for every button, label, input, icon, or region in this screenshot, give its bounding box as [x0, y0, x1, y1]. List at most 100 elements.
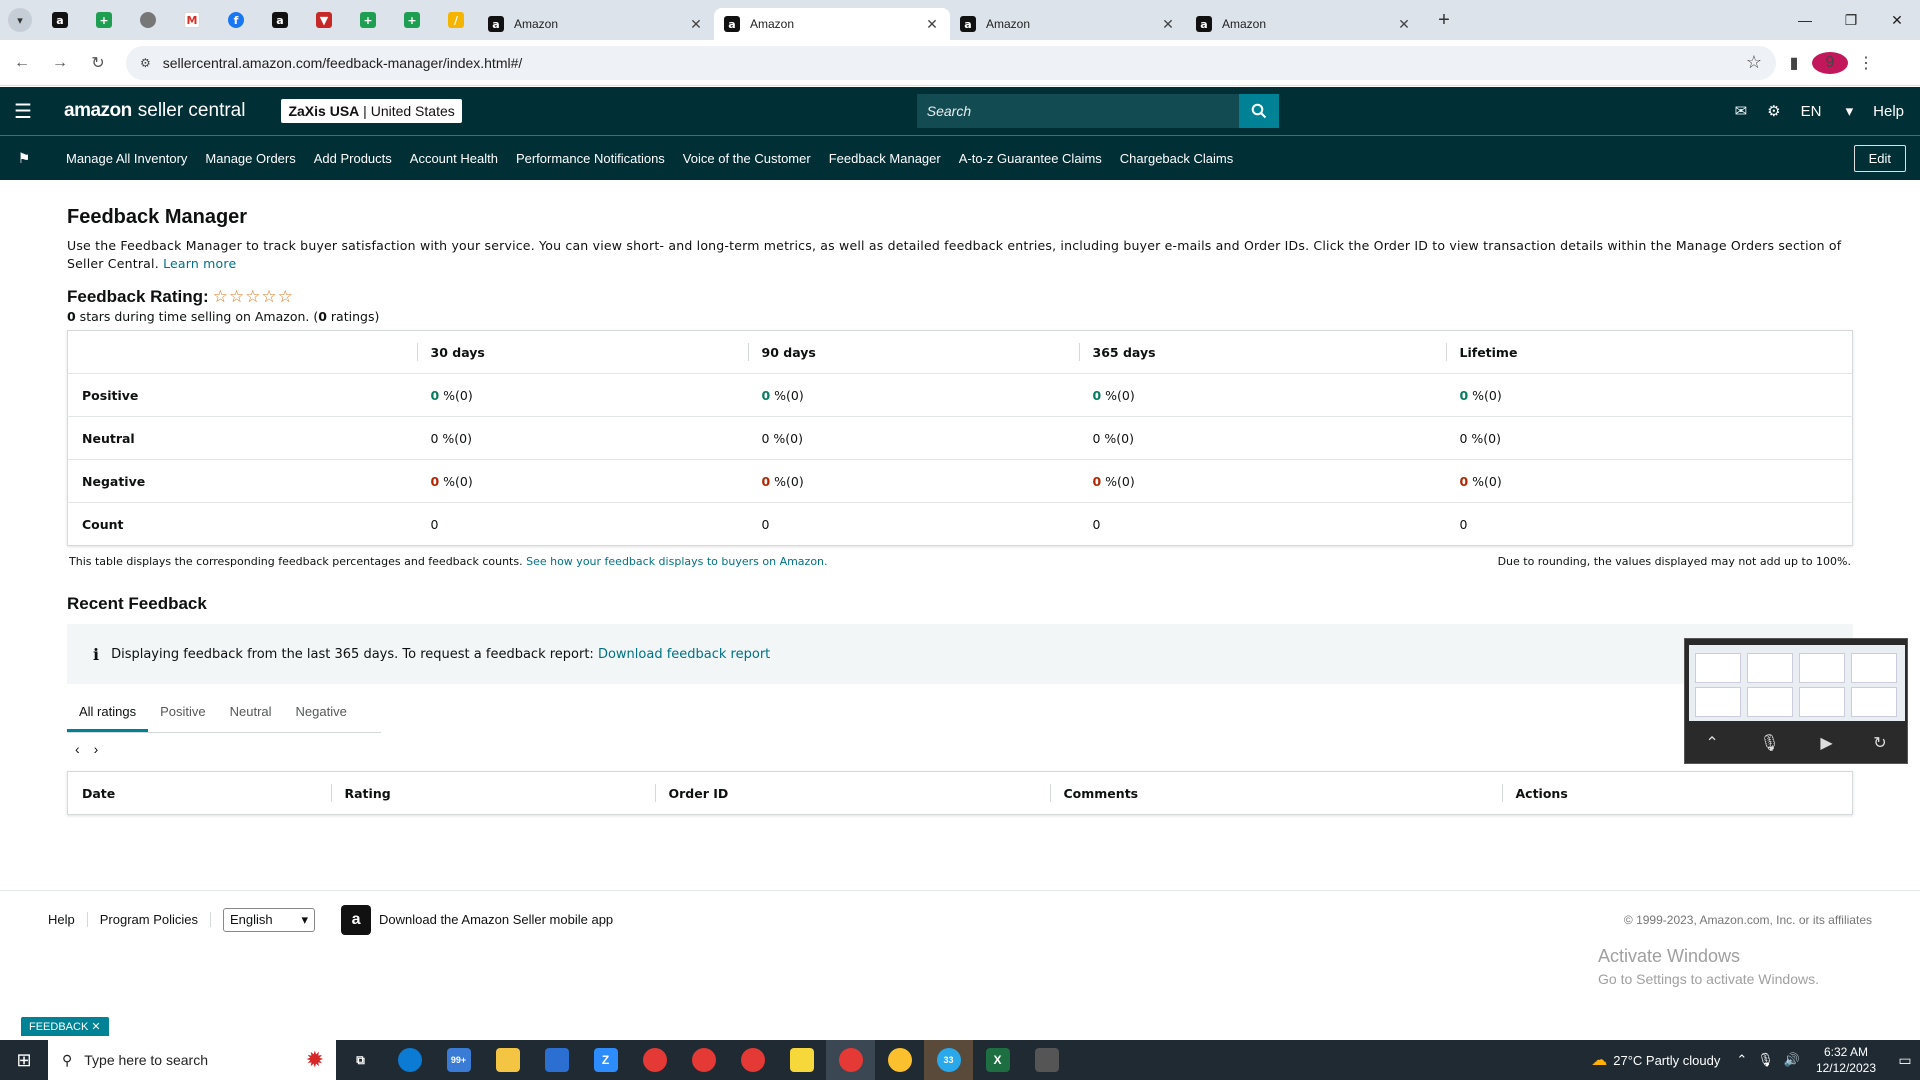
nav-feedback-manager[interactable]: Feedback Manager — [829, 151, 941, 166]
bookmark-star-icon[interactable]: ☆ — [1746, 52, 1762, 73]
tab-negative[interactable]: Negative — [284, 704, 359, 732]
store-icon[interactable] — [532, 1040, 581, 1080]
taskbar-search-box[interactable]: ⚲ Type here to search ✹ — [48, 1040, 336, 1080]
close-icon[interactable]: ✕ — [91, 1021, 100, 1033]
close-tab-icon[interactable]: ✕ — [1160, 16, 1176, 33]
pinned-tab-globe[interactable] — [126, 0, 170, 40]
column-date[interactable]: Date — [68, 772, 331, 815]
zoom-icon[interactable]: Z — [581, 1040, 630, 1080]
nav-a-to-z-claims[interactable]: A-to-z Guarantee Claims — [959, 151, 1102, 166]
pinned-tab-pen[interactable]: / — [434, 0, 478, 40]
weather-widget[interactable]: ☁ 27°C Partly cloudy — [1591, 1050, 1720, 1070]
chevron-up-icon[interactable]: ⌃ — [1736, 1052, 1747, 1068]
tab-all-ratings[interactable]: All ratings — [67, 704, 149, 732]
column-order-id[interactable]: Order ID — [654, 772, 1050, 815]
nav-manage-orders[interactable]: Manage Orders — [205, 151, 295, 166]
gear-icon[interactable]: ⚙ — [1767, 102, 1780, 120]
chrome-icon[interactable] — [630, 1040, 679, 1080]
close-window-icon[interactable]: ✕ — [1874, 0, 1920, 40]
telegram-icon[interactable]: 33 — [924, 1040, 973, 1080]
tab-search-icon[interactable]: ▾ — [8, 8, 32, 32]
nav-performance-notifications[interactable]: Performance Notifications — [516, 151, 665, 166]
chrome-icon[interactable] — [728, 1040, 777, 1080]
forward-arrow-icon[interactable]: → — [44, 47, 76, 79]
seller-central-logo[interactable]: amazon seller central — [64, 100, 245, 122]
clock[interactable]: 6:32 AM 12/12/2023 — [1816, 1044, 1876, 1076]
pinned-tab-gmail[interactable]: M — [170, 0, 214, 40]
chrome-icon[interactable] — [679, 1040, 728, 1080]
pinned-tab-sheets-2[interactable]: + — [346, 0, 390, 40]
more-menu-icon[interactable]: ⋮ — [1848, 53, 1884, 73]
close-tab-icon[interactable]: ✕ — [924, 16, 940, 33]
windows-start-icon[interactable]: ⊞ — [0, 1050, 48, 1071]
tab-neutral[interactable]: Neutral — [218, 704, 284, 732]
pinned-tab-sheets[interactable]: + — [82, 0, 126, 40]
bookmark-icon[interactable]: ⚑ — [0, 150, 48, 167]
excel-icon[interactable]: X — [973, 1040, 1022, 1080]
chevron-up-icon[interactable]: ⌃ — [1705, 733, 1718, 753]
nav-voice-of-the-customer[interactable]: Voice of the Customer — [683, 151, 811, 166]
footer-help-link[interactable]: Help — [36, 912, 88, 927]
chevron-left-icon[interactable]: ‹ — [75, 741, 80, 757]
column-rating[interactable]: Rating — [330, 772, 655, 815]
refresh-icon[interactable]: ↻ — [1873, 733, 1886, 753]
nav-add-products[interactable]: Add Products — [314, 151, 392, 166]
pinned-tab-red[interactable]: ▼ — [302, 0, 346, 40]
edit-bookmarks-button[interactable]: Edit — [1853, 144, 1906, 172]
see-how-feedback-displays-link[interactable]: See how your feedback displays to buyers… — [526, 555, 827, 568]
back-arrow-icon[interactable]: ← — [6, 47, 38, 79]
address-bar[interactable]: ⚙ sellercentral.amazon.com/feedback-mana… — [126, 45, 1776, 80]
side-panel-icon[interactable]: ▮ — [1776, 53, 1812, 73]
nav-manage-all-inventory[interactable]: Manage All Inventory — [66, 151, 187, 166]
close-tab-icon[interactable]: ✕ — [1396, 16, 1412, 33]
reload-icon[interactable]: ↻ — [82, 47, 114, 79]
language-selector[interactable]: EN ▾ — [1801, 102, 1854, 120]
nav-chargeback-claims[interactable]: Chargeback Claims — [1120, 151, 1233, 166]
download-feedback-report-link[interactable]: Download feedback report — [598, 647, 770, 662]
feedback-chip[interactable]: FEEDBACK ✕ — [21, 1017, 109, 1036]
sticky-notes-icon[interactable] — [777, 1040, 826, 1080]
minimize-icon[interactable]: — — [1782, 0, 1828, 40]
mobile-app-download[interactable]: a Download the Amazon Seller mobile app — [341, 904, 613, 935]
mic-muted-icon[interactable]: 🎙 — [1759, 733, 1779, 753]
browser-tab[interactable]: a Amazon ✕ — [1186, 8, 1422, 40]
column-comments[interactable]: Comments — [1049, 772, 1502, 815]
nav-account-health[interactable]: Account Health — [410, 151, 498, 166]
file-explorer-icon[interactable] — [483, 1040, 532, 1080]
camera-icon[interactable]: ▶ — [1820, 733, 1832, 753]
tab-positive[interactable]: Positive — [148, 704, 218, 732]
hamburger-menu-icon[interactable]: ☰ — [0, 99, 46, 124]
chevron-right-icon[interactable]: › — [94, 741, 99, 757]
mail-icon[interactable]: ✉ — [1735, 102, 1748, 120]
footer-program-policies-link[interactable]: Program Policies — [88, 912, 212, 927]
browser-tab[interactable]: a Amazon ✕ — [478, 8, 714, 40]
column-actions[interactable]: Actions — [1501, 772, 1853, 815]
pinned-tab-amazon-2[interactable]: a — [258, 0, 302, 40]
mail-app-icon[interactable]: 99+ — [434, 1040, 483, 1080]
task-view-icon[interactable]: ⧉ — [336, 1040, 385, 1080]
site-info-icon[interactable]: ⚙ — [140, 56, 151, 70]
video-call-overlay[interactable]: ⌃ 🎙 ▶ ↻ — [1684, 638, 1908, 764]
pinned-tab-amazon[interactable]: a — [38, 0, 82, 40]
chrome-icon[interactable] — [875, 1040, 924, 1080]
edge-icon[interactable] — [385, 1040, 434, 1080]
new-tab-plus-icon[interactable]: + — [1430, 6, 1458, 34]
learn-more-link[interactable]: Learn more — [163, 256, 236, 271]
search-input[interactable] — [916, 94, 1239, 128]
search-button[interactable] — [1238, 94, 1279, 128]
profile-avatar[interactable]: 9 — [1812, 51, 1848, 74]
pinned-tab-facebook[interactable]: f — [214, 0, 258, 40]
browser-tab[interactable]: a Amazon ✕ — [950, 8, 1186, 40]
volume-icon[interactable]: 🔊 — [1784, 1052, 1800, 1068]
restore-icon[interactable]: ❐ — [1828, 0, 1874, 40]
browser-tab-active[interactable]: a Amazon ✕ — [714, 8, 950, 40]
chrome-icon-active[interactable] — [826, 1040, 875, 1080]
help-link[interactable]: Help — [1873, 103, 1904, 120]
microphone-icon[interactable]: 🎙 — [1757, 1052, 1774, 1068]
footer-language-select[interactable]: English ▾ — [223, 907, 316, 932]
pinned-tab-sheets-3[interactable]: + — [390, 0, 434, 40]
notification-icon[interactable]: ▭ — [1890, 1052, 1920, 1069]
calculator-icon[interactable] — [1022, 1040, 1071, 1080]
account-switcher[interactable]: ZaXis USA | United States — [281, 99, 462, 123]
close-tab-icon[interactable]: ✕ — [688, 16, 704, 33]
